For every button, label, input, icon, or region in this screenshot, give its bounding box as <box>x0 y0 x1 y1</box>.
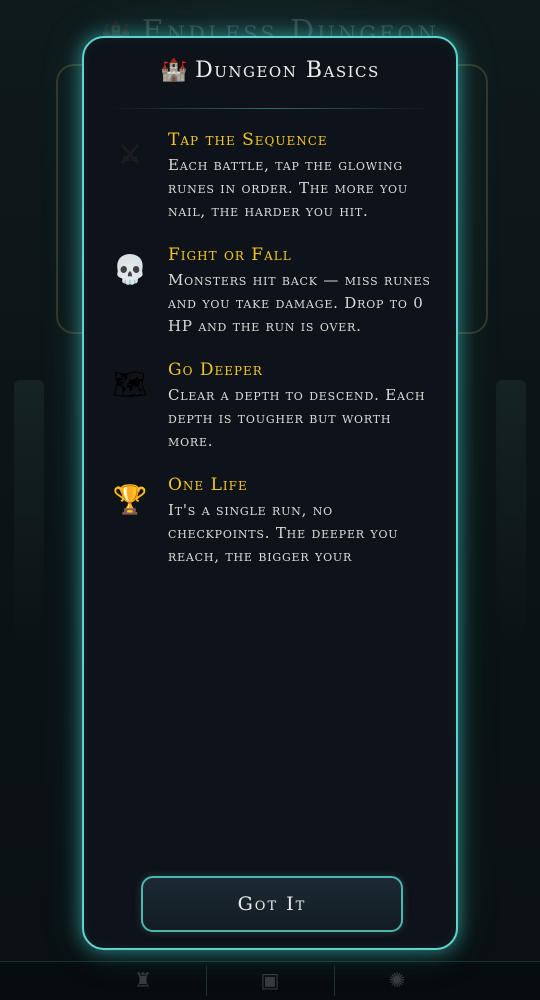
rule-title: Fight or Fall <box>168 245 292 265</box>
rule-item: 🏆 One Life It's a single run, no checkpo… <box>84 473 456 568</box>
got-it-button[interactable]: Got It <box>141 876 403 932</box>
trophy-icon: 🏆 <box>112 483 148 516</box>
rule-text: Clear a depth to descend. Each depth is … <box>168 386 426 450</box>
rule-text: It's a single run, no checkpoints. The d… <box>168 501 399 565</box>
rule-text: Each battle, tap the glowing runes in or… <box>168 156 408 220</box>
app-screen: 🏰 Endless Dungeon ♜ ▣ ✺ 🏰 Dungeon Basics ⚔… <box>0 0 540 1000</box>
rules-list: ⚔ Tap the Sequence Each battle, tap the … <box>84 128 456 588</box>
map-icon: 🗺 <box>112 368 148 401</box>
bottom-nav: ♜ ▣ ✺ <box>0 961 540 1000</box>
castle-icon: ♜ <box>134 968 152 992</box>
rule-item: ⚔ Tap the Sequence Each battle, tap the … <box>84 128 456 223</box>
background-pillar <box>14 380 44 640</box>
dialog-title: 🏰 Dungeon Basics <box>84 58 456 83</box>
dialog-title-text: Dungeon Basics <box>195 58 380 83</box>
background-pillar <box>496 380 526 640</box>
medallion-icon: ✺ <box>388 968 406 992</box>
skull-icon: 💀 <box>112 253 148 286</box>
chest-icon: ▣ <box>260 968 280 992</box>
rule-title: Go Deeper <box>168 360 263 380</box>
rule-item: 💀 Fight or Fall Monsters hit back — miss… <box>84 243 456 338</box>
rule-item: 🗺 Go Deeper Clear a depth to descend. Ea… <box>84 358 456 453</box>
basics-dialog: 🏰 Dungeon Basics ⚔ Tap the Sequence Each … <box>82 36 458 950</box>
castle-icon: 🏰 <box>160 58 190 83</box>
rule-title: Tap the Sequence <box>168 130 328 150</box>
rule-text: Monsters hit back — miss runes and you t… <box>168 271 431 335</box>
nav-divider <box>206 966 207 996</box>
nav-divider <box>334 966 335 996</box>
rule-title: One Life <box>168 475 248 495</box>
swords-icon: ⚔ <box>118 140 142 170</box>
divider <box>108 108 432 109</box>
